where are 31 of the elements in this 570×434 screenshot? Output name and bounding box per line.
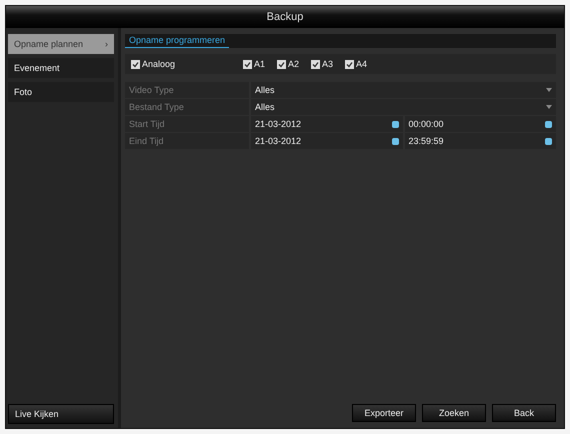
checkmark-icon (312, 60, 320, 68)
checkmark-icon (346, 60, 354, 68)
date-field[interactable]: 21-03-2012 (251, 133, 402, 149)
action-button[interactable]: Back (492, 404, 556, 422)
time-field[interactable]: 00:00:00 (404, 116, 556, 132)
field-label: Start Tijd (125, 116, 249, 132)
select-field[interactable]: Alles (251, 99, 556, 115)
field-label: Video Type (125, 82, 249, 98)
caret-icon (546, 105, 552, 109)
time-field[interactable]: 23:59:59 (404, 133, 556, 149)
channel-checkbox[interactable]: A3 (311, 59, 334, 69)
checkmark-icon (278, 60, 286, 68)
channel-checkbox[interactable]: A1 (243, 59, 266, 69)
field-label: Bestand Type (125, 99, 249, 115)
checkmark-icon (132, 60, 139, 68)
channel-checkbox[interactable]: A4 (345, 59, 368, 69)
action-button[interactable]: Exporteer (352, 404, 416, 422)
sidebar-item[interactable]: Foto (8, 82, 114, 102)
channel-checkbox[interactable]: A2 (277, 59, 300, 69)
caret-icon (546, 88, 552, 92)
tab[interactable]: Opname programmeren (125, 34, 230, 48)
select-field[interactable]: Alles (251, 82, 556, 98)
window-title: Backup (6, 6, 564, 28)
analog-checkbox[interactable]: Analoog (131, 59, 231, 69)
checkmark-icon (244, 60, 251, 68)
live-view-button[interactable]: Live Kijken (8, 404, 114, 424)
field-label: Eind Tijd (125, 133, 249, 149)
action-button[interactable]: Zoeken (422, 404, 486, 422)
sidebar-item[interactable]: Evenement (8, 58, 114, 78)
date-field[interactable]: 21-03-2012 (251, 116, 402, 132)
sidebar-item[interactable]: Opname plannen › (8, 34, 114, 54)
